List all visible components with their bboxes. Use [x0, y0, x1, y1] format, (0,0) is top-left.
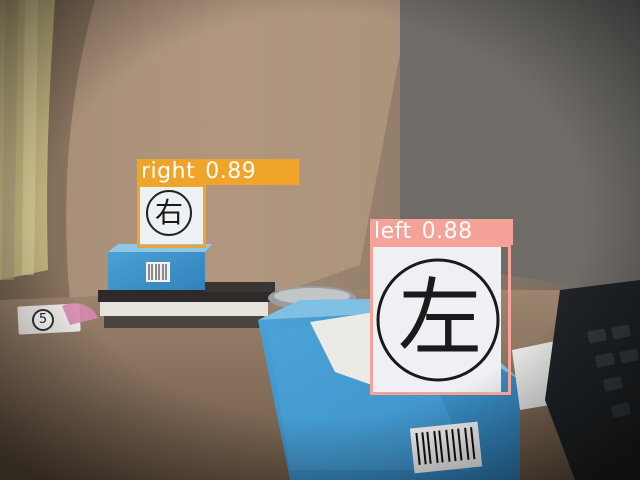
detection-class-left: left	[374, 219, 412, 244]
detection-class-right: right	[141, 159, 196, 184]
chip-number: 5	[38, 312, 48, 327]
detection-score-right: 0.89	[205, 159, 257, 184]
scene-background	[0, 0, 640, 480]
detection-box-left	[370, 244, 511, 395]
detection-score-left: 0.88	[421, 219, 473, 244]
detection-label-left: left 0.88	[370, 219, 513, 245]
camera-frame: 右 左 5 right 0.89 left 0.88	[0, 0, 640, 480]
detection-label-right: right 0.89	[137, 159, 299, 185]
detection-box-right	[137, 184, 206, 248]
